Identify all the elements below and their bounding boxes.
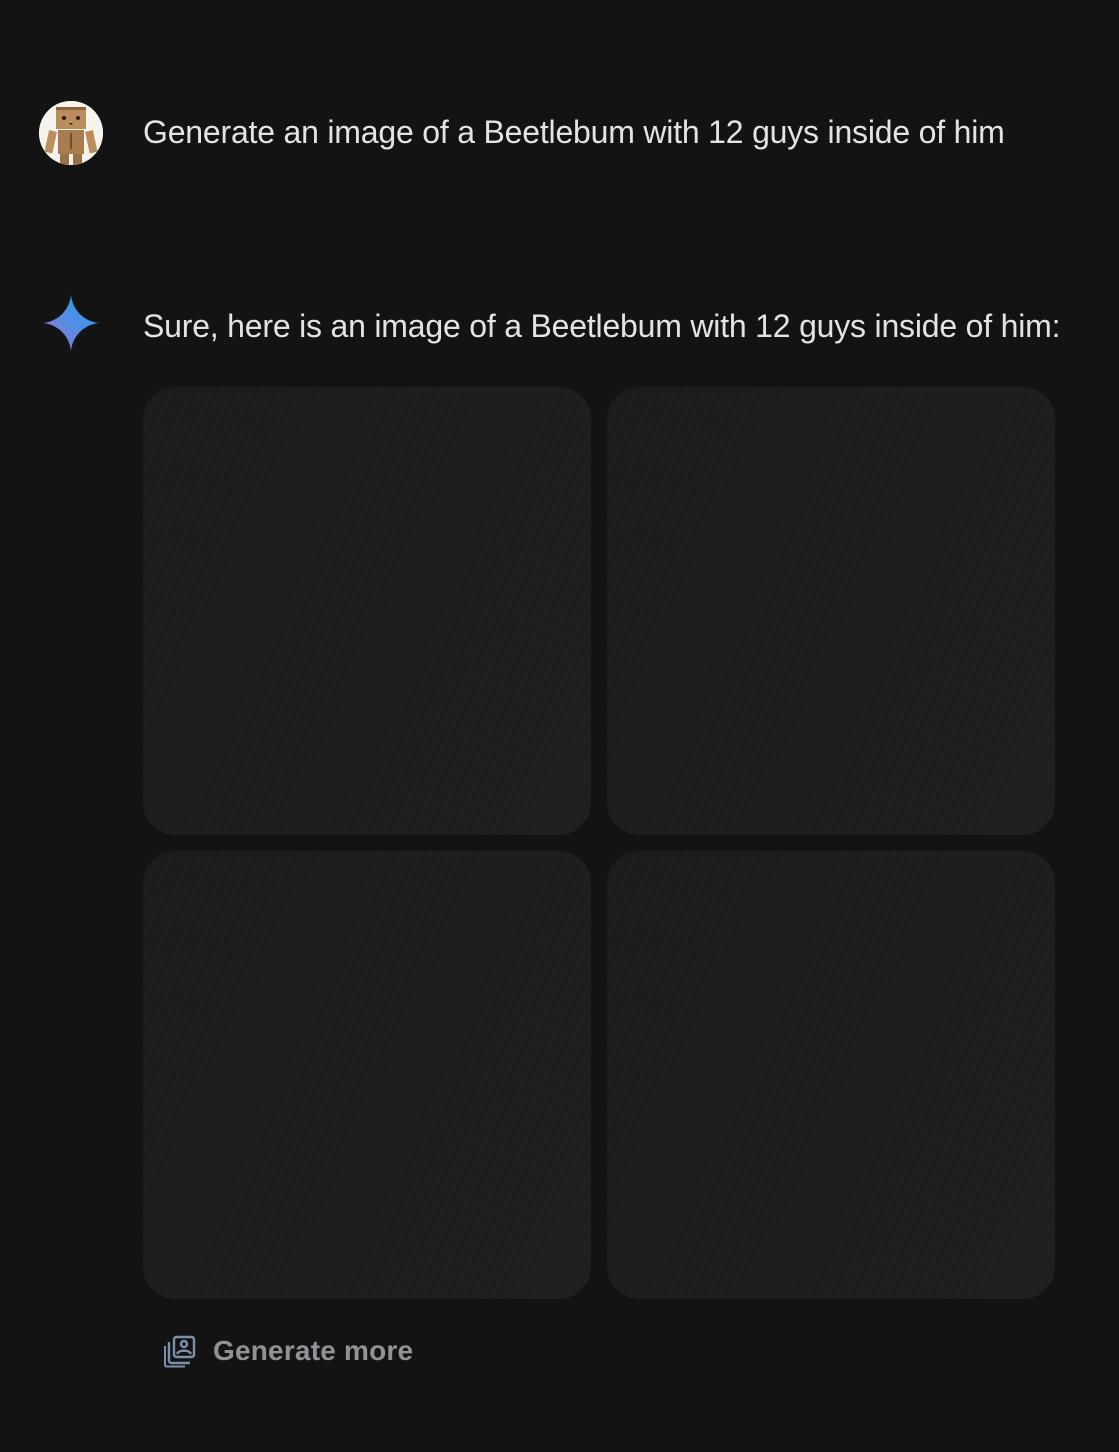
- generate-more-button[interactable]: Generate more: [151, 1322, 425, 1380]
- user-prompt-text: Generate an image of a Beetlebum with 12…: [143, 114, 1005, 150]
- chat-page: Generate an image of a Beetlebum with 12…: [0, 0, 1119, 1452]
- generated-image-placeholder[interactable]: [143, 387, 591, 835]
- generated-image-placeholder[interactable]: [143, 851, 591, 1299]
- generate-more-label: Generate more: [213, 1335, 414, 1366]
- generated-image-placeholder[interactable]: [607, 387, 1055, 835]
- generated-image-placeholder[interactable]: [607, 851, 1055, 1299]
- generated-image-grid: [143, 387, 1055, 1299]
- gemini-sparkle-icon: [42, 294, 100, 352]
- model-response-text: Sure, here is an image of a Beetlebum wi…: [143, 308, 1061, 344]
- user-avatar[interactable]: [39, 101, 103, 165]
- image-stack-icon: [164, 1335, 196, 1368]
- cardboard-robot-avatar-icon: [39, 101, 103, 165]
